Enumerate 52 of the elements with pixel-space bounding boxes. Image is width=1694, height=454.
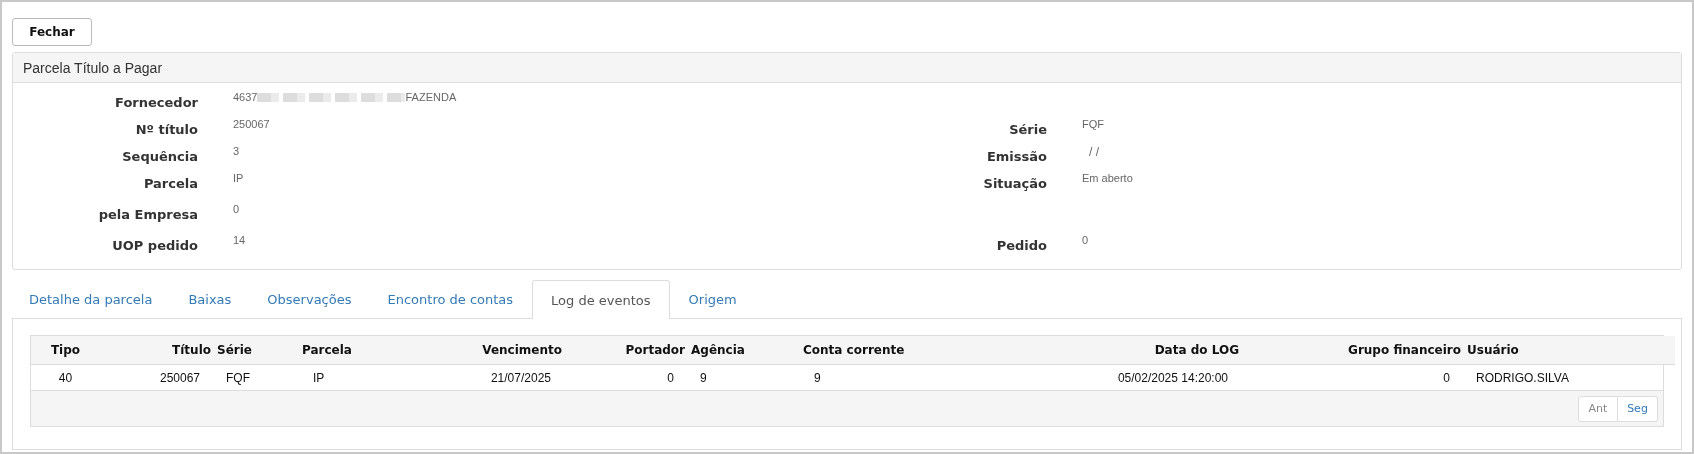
column-header[interactable]: Vencimento xyxy=(405,336,565,365)
field-value: FQF xyxy=(1082,118,1104,130)
column-header[interactable]: Portador xyxy=(565,336,688,365)
field-label: Fornecedor xyxy=(114,94,198,110)
field-value: 4637 xyxy=(233,91,258,103)
table-cell: 05/02/2025 14:20:00 xyxy=(1000,364,1242,390)
field-label: pela Empresa xyxy=(97,206,198,222)
field-value: 250067 xyxy=(233,118,270,130)
pager-button[interactable]: Seg xyxy=(1618,395,1658,422)
table-cell: IP xyxy=(299,364,405,390)
column-header[interactable]: Tipo xyxy=(31,336,100,365)
column-header[interactable]: Data do LOG xyxy=(1000,336,1242,365)
field-value: IP xyxy=(233,172,244,184)
table-cell: FQF xyxy=(214,364,299,390)
column-header[interactable]: Conta corrente xyxy=(800,336,1000,365)
column-header[interactable]: Usuário xyxy=(1464,336,1675,365)
field-value: FAZENDA xyxy=(405,91,457,103)
table-cell: RODRIGO.SILVA xyxy=(1464,364,1675,390)
column-header[interactable]: Título xyxy=(100,336,214,365)
table-cell: 9 xyxy=(800,364,1000,390)
tab[interactable]: Baixas xyxy=(171,280,249,318)
field-label: Emissão xyxy=(985,148,1047,164)
tab[interactable]: Origem xyxy=(671,280,754,318)
field-value: 3 xyxy=(233,145,240,157)
table-cell: 0 xyxy=(1242,364,1464,390)
tab[interactable]: Log de eventos xyxy=(532,280,670,319)
field-label: Pedido xyxy=(995,237,1047,253)
table-cell: 0 xyxy=(565,364,688,390)
column-header[interactable]: Parcela xyxy=(299,336,405,365)
table-cell: 21/07/2025 xyxy=(405,364,565,390)
close-button[interactable]: Fechar xyxy=(12,18,92,46)
column-header[interactable]: Agência xyxy=(688,336,800,365)
field-label: Sequência xyxy=(121,148,198,164)
tab[interactable]: Encontro de contas xyxy=(370,280,531,318)
panel-title: Parcela Título a Pagar xyxy=(13,53,1681,83)
field-label: Série xyxy=(1008,121,1047,137)
table-cell: 9 xyxy=(688,364,800,390)
field-value: 14 xyxy=(233,234,246,246)
column-header[interactable]: Série xyxy=(214,336,299,365)
field-value: 0 xyxy=(233,203,240,215)
tab[interactable]: Detalhe da parcela xyxy=(12,280,170,318)
tab[interactable]: Observações xyxy=(250,280,369,318)
field-label: Nº título xyxy=(134,121,198,137)
column-header[interactable]: Grupo financeiro xyxy=(1242,336,1464,365)
field-value: 0 xyxy=(1082,234,1089,246)
field-label: UOP pedido xyxy=(111,237,198,253)
field-value: / / xyxy=(1088,145,1099,159)
field-label: Situação xyxy=(982,175,1047,191)
field-value: Em aberto xyxy=(1082,172,1133,184)
field-label: Parcela xyxy=(142,175,198,191)
table-cell: 40 xyxy=(31,364,100,390)
table-cell: 250067 xyxy=(100,364,214,390)
